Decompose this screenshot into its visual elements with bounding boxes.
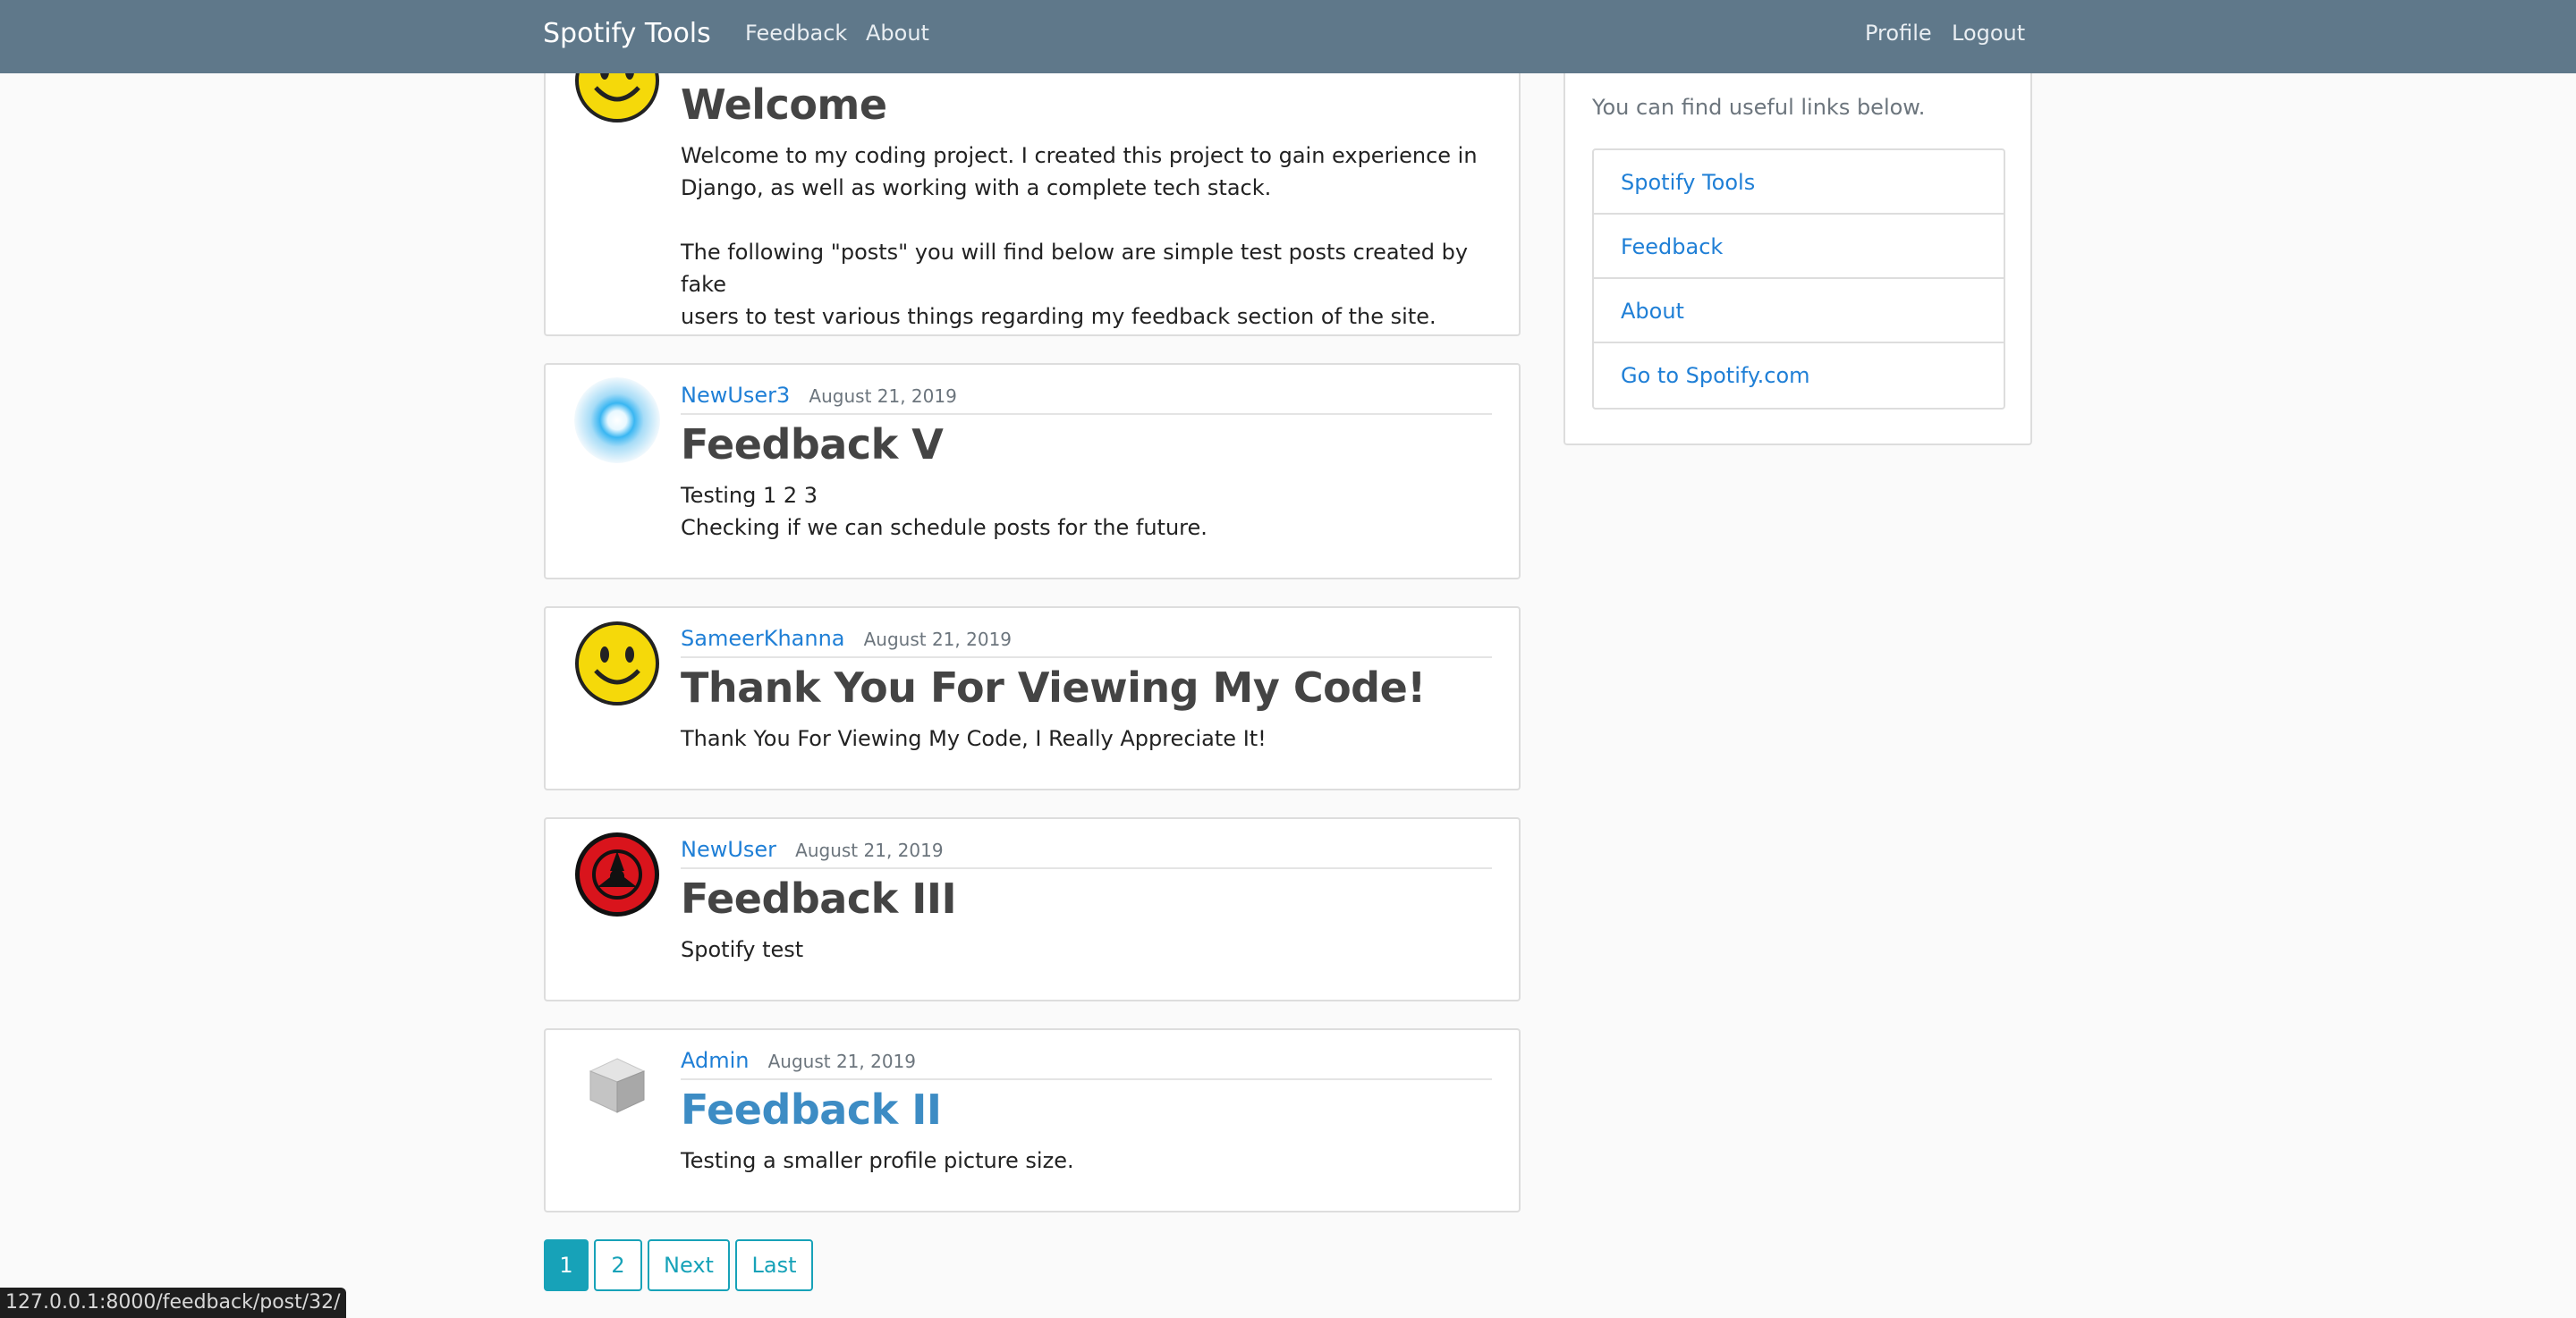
post-body-line: Welcome to my coding project. I created … bbox=[681, 143, 1478, 168]
post-date: August 21, 2019 bbox=[767, 1051, 917, 1072]
post-title: Thank You For Viewing My Code! bbox=[681, 663, 1426, 712]
post-body-line: Spotify test bbox=[681, 937, 804, 962]
last-page-button[interactable]: Last bbox=[735, 1239, 813, 1291]
post-author-link[interactable]: NewUser bbox=[681, 837, 776, 862]
post-date: August 21, 2019 bbox=[795, 840, 944, 861]
nav-link-feedback[interactable]: Feedback bbox=[745, 21, 847, 46]
post-meta: NewUser August 21, 2019 bbox=[681, 837, 1492, 869]
nav-link-profile[interactable]: Profile bbox=[1865, 21, 1932, 46]
post-body: Testing a smaller profile picture size. bbox=[681, 1145, 1074, 1177]
post-body: Testing 1 2 3 Checking if we can schedul… bbox=[681, 479, 1208, 544]
post-body: Spotify test bbox=[681, 934, 803, 966]
post-meta: Admin August 21, 2019 bbox=[681, 1048, 1492, 1080]
post-body-line: users to test various things regarding m… bbox=[681, 304, 1436, 329]
post-body-line bbox=[681, 204, 1519, 236]
cube-avatar bbox=[574, 1043, 660, 1128]
sidebar-link-spotify-com[interactable]: Go to Spotify.com bbox=[1594, 343, 2004, 408]
sidebar-link-list: Spotify Tools Feedback About Go to Spoti… bbox=[1592, 148, 2005, 410]
smiley-avatar bbox=[574, 621, 660, 706]
sidebar-link-about[interactable]: About bbox=[1594, 279, 2004, 343]
post-author-link[interactable]: Admin bbox=[681, 1048, 750, 1073]
post-body-line: Thank You For Viewing My Code, I Really … bbox=[681, 726, 1267, 751]
post-date: August 21, 2019 bbox=[809, 385, 957, 407]
post-body-line: Checking if we can schedule posts for th… bbox=[681, 515, 1208, 540]
post-card: SameerKhanna August 21, 2019 Thank You F… bbox=[544, 606, 1521, 790]
sidebar-link-feedback[interactable]: Feedback bbox=[1594, 215, 2004, 279]
nav-link-logout[interactable]: Logout bbox=[1952, 21, 2025, 46]
post-meta: SameerKhanna August 21, 2019 bbox=[681, 626, 1492, 658]
post-title: Feedback III bbox=[681, 874, 957, 923]
post-author-link[interactable]: NewUser3 bbox=[681, 383, 790, 408]
sidebar-intro-text: You can find useful links below. bbox=[1592, 95, 1926, 120]
red-emblem-avatar bbox=[574, 832, 660, 917]
sidebar-card: You can find useful links below. Spotify… bbox=[1563, 36, 2032, 445]
link-status-bar: 127.0.0.1:8000/feedback/post/32/ bbox=[0, 1288, 346, 1318]
post-title: Welcome bbox=[681, 80, 887, 129]
post-body-line: Django, as well as working with a comple… bbox=[681, 175, 1272, 200]
post-body-line: The following "posts" you will find belo… bbox=[681, 240, 1469, 297]
blue-orb-avatar bbox=[574, 377, 660, 463]
post-date: August 21, 2019 bbox=[863, 629, 1013, 650]
post-body: Thank You For Viewing My Code, I Really … bbox=[681, 722, 1267, 755]
post-title: Feedback V bbox=[681, 420, 944, 469]
top-navbar: Spotify Tools Feedback About Profile Log… bbox=[0, 0, 2576, 73]
post-card: Admin August 21, 2019 Feedback II Testin… bbox=[544, 1028, 1521, 1212]
post-card: NewUser3 August 21, 2019 Feedback V Test… bbox=[544, 363, 1521, 579]
post-author-link[interactable]: SameerKhanna bbox=[681, 626, 845, 651]
post-body-line: Testing a smaller profile picture size. bbox=[681, 1148, 1074, 1173]
nav-link-about[interactable]: About bbox=[866, 21, 929, 46]
post-body-line: Testing 1 2 3 bbox=[681, 483, 818, 508]
sidebar-link-spotify-tools[interactable]: Spotify Tools bbox=[1594, 150, 2004, 215]
page-2-button[interactable]: 2 bbox=[594, 1239, 642, 1291]
brand-link[interactable]: Spotify Tools bbox=[543, 18, 711, 49]
post-title-link[interactable]: Feedback II bbox=[681, 1086, 942, 1134]
next-page-button[interactable]: Next bbox=[648, 1239, 730, 1291]
page-1-button[interactable]: 1 bbox=[544, 1239, 589, 1291]
post-card: NewUser August 21, 2019 Feedback III Spo… bbox=[544, 817, 1521, 1001]
post-body: Welcome to my coding project. I created … bbox=[681, 139, 1519, 333]
post-meta: NewUser3 August 21, 2019 bbox=[681, 383, 1492, 415]
